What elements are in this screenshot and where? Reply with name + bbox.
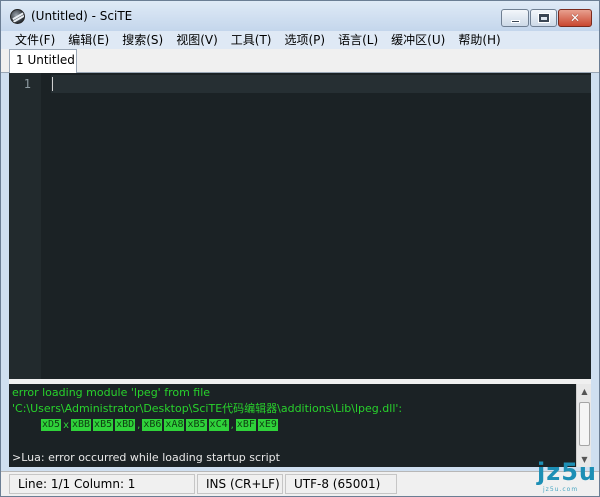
menu-language[interactable]: 语言(L) (338, 31, 378, 49)
output-hex-line: xD5 x xBB xB5 xBD , xB6 xA8 xB5 xC4 , xB… (41, 418, 280, 432)
hex-token: , (230, 419, 234, 431)
scite-app-icon[interactable] (10, 9, 25, 24)
hex-token: xC4 (208, 419, 229, 431)
hex-token: xB6 (142, 419, 163, 431)
current-line-highlight (51, 75, 591, 93)
watermark-subtext: jz5u.com (543, 486, 579, 493)
minimize-button[interactable] (501, 9, 529, 27)
hex-token: xD5 (41, 419, 62, 431)
hex-token: xB5 (93, 419, 114, 431)
text-caret (52, 77, 53, 91)
editor-pane[interactable]: 1 (9, 73, 591, 379)
menu-view[interactable]: 视图(V) (176, 31, 218, 49)
menu-bar: 文件(F) 编辑(E) 搜索(S) 视图(V) 工具(T) 选项(P) 语言(L… (1, 31, 599, 49)
fold-margin[interactable] (41, 73, 51, 379)
hex-token: xE9 (257, 419, 278, 431)
hex-token: , (137, 419, 141, 431)
window-title: (Untitled) - SciTE (31, 9, 133, 23)
hex-token: x (63, 419, 69, 431)
menu-file[interactable]: 文件(F) (15, 31, 55, 49)
output-line: >Lua: error occurred while loading start… (12, 451, 280, 464)
status-bar: Line: 1/1 Column: 1 INS (CR+LF) UTF-8 (6… (1, 471, 599, 496)
line-number: 1 (23, 77, 31, 91)
hex-token: xBD (115, 419, 136, 431)
output-line: error loading module 'lpeg' from file (12, 386, 211, 399)
menu-buffers[interactable]: 缓冲区(U) (391, 31, 445, 49)
menu-edit[interactable]: 编辑(E) (68, 31, 109, 49)
tab-untitled[interactable]: 1 Untitled (9, 49, 77, 73)
maximize-icon (538, 14, 549, 22)
watermark-text: jz5u (537, 458, 597, 486)
menu-tools[interactable]: 工具(T) (231, 31, 272, 49)
close-icon: ✕ (569, 11, 581, 25)
maximize-button[interactable] (530, 9, 557, 27)
site-watermark-logo: jz5u jz5u.com (515, 455, 599, 495)
status-insert-mode: INS (CR+LF) (197, 474, 283, 494)
output-line: 'C:\Users\Administrator\Desktop\SciTE代码编… (12, 402, 403, 415)
hex-token: xA8 (164, 419, 185, 431)
minimize-icon (510, 20, 520, 23)
line-number-gutter[interactable]: 1 (9, 73, 41, 379)
hex-token: xBF (235, 419, 256, 431)
scrollbar-thumb[interactable] (579, 402, 590, 446)
scroll-up-icon[interactable]: ▲ (577, 384, 591, 399)
status-position: Line: 1/1 Column: 1 (9, 474, 195, 494)
menu-help[interactable]: 帮助(H) (458, 31, 500, 49)
tab-bar: 1 Untitled (1, 49, 599, 73)
close-button[interactable]: ✕ (558, 9, 592, 27)
hex-token: xBB (70, 419, 92, 431)
output-pane[interactable]: error loading module 'lpeg' from file 'C… (9, 384, 591, 467)
menu-options[interactable]: 选项(P) (285, 31, 326, 49)
menu-search[interactable]: 搜索(S) (122, 31, 163, 49)
status-encoding: UTF-8 (65001) (285, 474, 397, 494)
scite-window: (Untitled) - SciTE ✕ 文件(F) 编辑(E) 搜索(S) 视… (0, 0, 600, 497)
hex-token: xB5 (186, 419, 207, 431)
title-bar[interactable]: (Untitled) - SciTE ✕ (1, 1, 599, 31)
